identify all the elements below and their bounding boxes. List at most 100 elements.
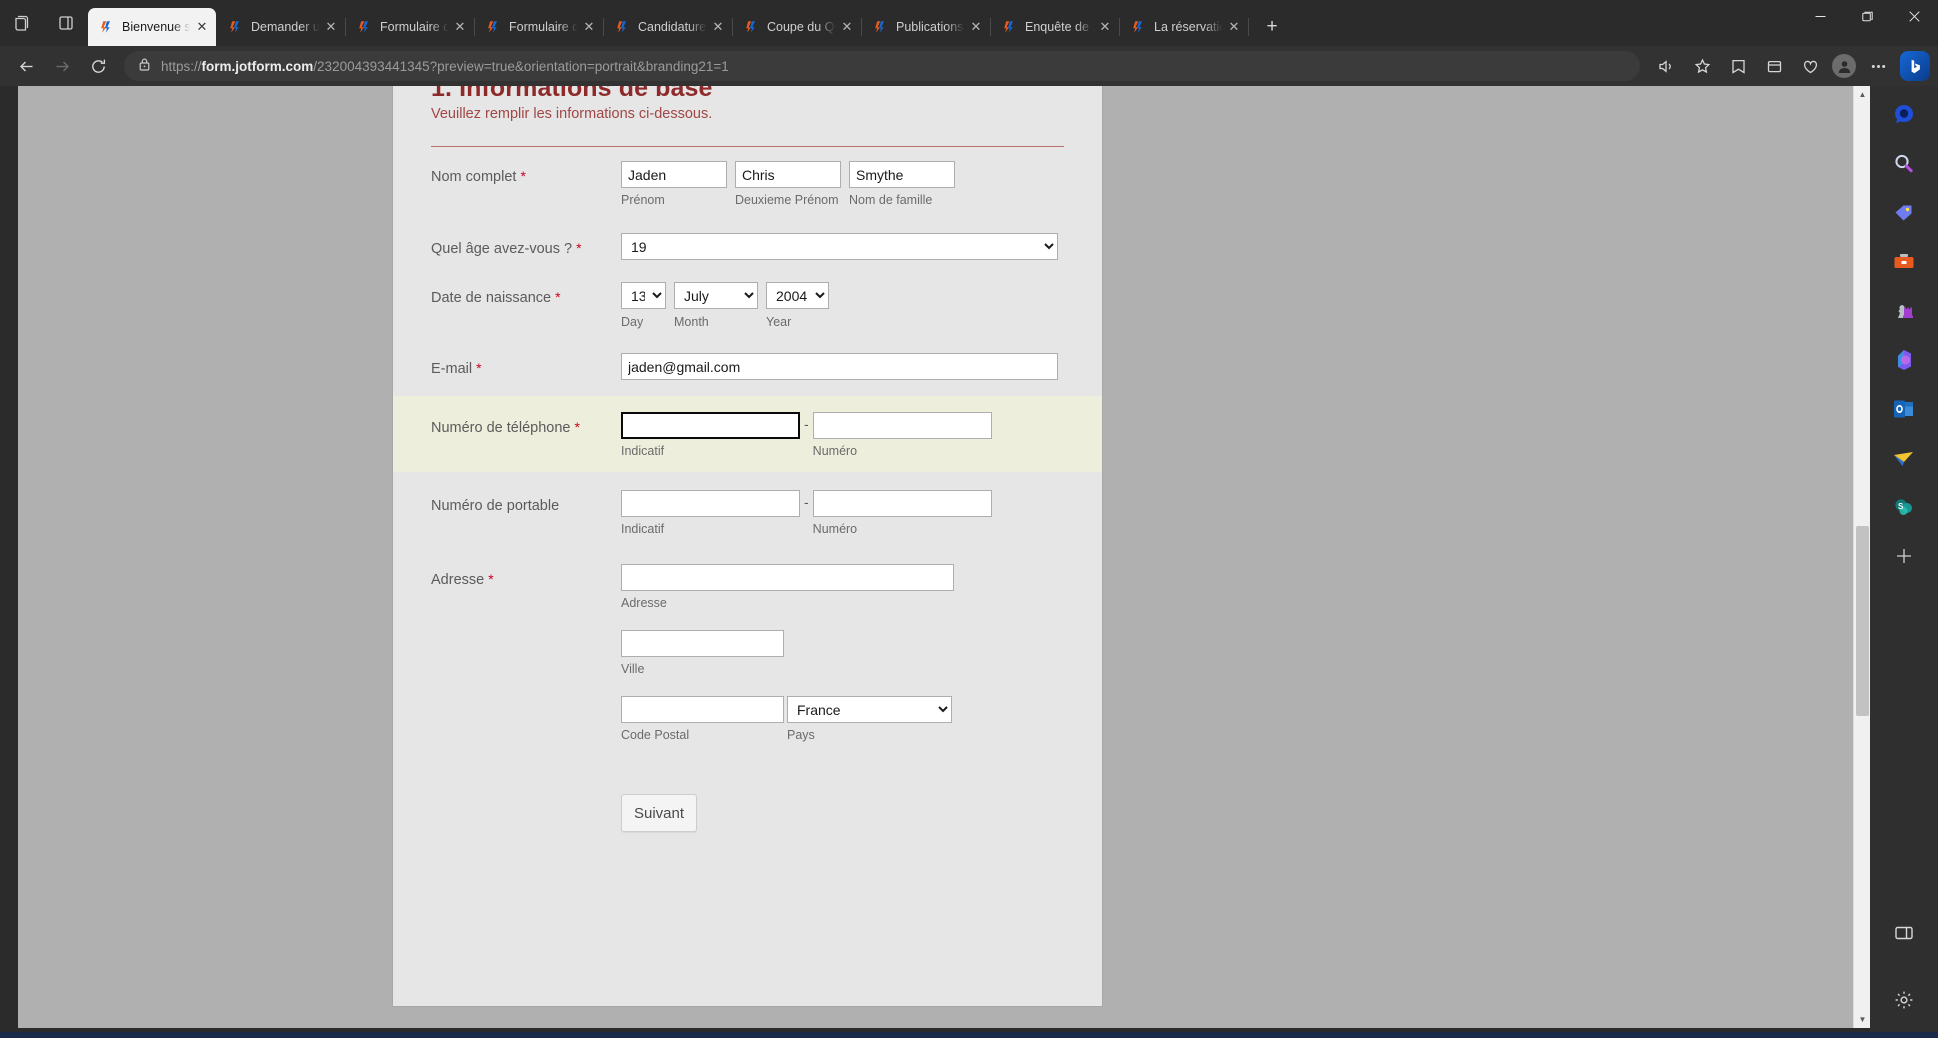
scrollbar-down-arrow[interactable]: ▼ [1854, 1011, 1870, 1028]
address-zip-input[interactable] [621, 696, 784, 723]
form-subheading: Veuillez remplir les informations ci-des… [431, 106, 713, 122]
next-button[interactable]: Suivant [621, 794, 697, 832]
tab-title: Bienvenue su [122, 20, 192, 34]
tab-close-button[interactable]: ✕ [1095, 17, 1115, 37]
tab-actions-icon[interactable] [0, 0, 44, 46]
browser-tab[interactable]: Publications ✕ [862, 8, 991, 46]
dob-day-select[interactable]: 13 [621, 282, 666, 309]
lastname-input[interactable] [849, 161, 955, 188]
mobile-area-group: Indicatif [621, 490, 800, 536]
dob-month-select[interactable]: July [674, 282, 758, 309]
url-domain: form.jotform.com [201, 58, 314, 74]
browser-titlebar: Bienvenue su ✕ Demander un ✕ Formulaire d' ✕ F… [0, 0, 1938, 46]
tab-close-button[interactable]: ✕ [579, 17, 599, 37]
label-mobile-text: Numéro de portable [431, 498, 560, 514]
page-scrollbar[interactable]: ▲ ▼ [1853, 86, 1870, 1028]
phone-separator: - [804, 416, 809, 432]
email-input[interactable] [621, 353, 1058, 380]
outlook-icon[interactable] [1884, 389, 1924, 429]
address-country-select[interactable]: France [787, 696, 952, 723]
label-fullname: Nom complet * [431, 161, 621, 187]
microsoft365-icon[interactable] [1884, 340, 1924, 380]
field-row-phone: Numéro de téléphone * Indicatif - Numéro [393, 396, 1102, 472]
middlename-group: Deuxieme Prénom [735, 161, 841, 207]
mobile-area-input[interactable] [621, 490, 800, 517]
dob-day-group: 13 Day [621, 282, 666, 329]
scrollbar-thumb[interactable] [1856, 526, 1869, 716]
dob-year-select[interactable]: 2004 [766, 282, 829, 309]
settings-and-more-icon[interactable] [1860, 50, 1896, 82]
page-background: 1. Informations de base Veuillez remplir… [18, 86, 1853, 1028]
browser-tab[interactable]: Candidature l ✕ [604, 8, 733, 46]
tab-close-button[interactable]: ✕ [450, 17, 470, 37]
address-city-input[interactable] [621, 630, 784, 657]
firstname-input[interactable] [621, 161, 727, 188]
favorites-icon[interactable] [1720, 50, 1756, 82]
browser-tab[interactable]: Demander un ✕ [217, 8, 346, 46]
browser-tab[interactable]: Formulaire d' ✕ [475, 8, 604, 46]
sharepoint-icon[interactable]: S [1884, 487, 1924, 527]
copilot-button-icon[interactable] [1900, 51, 1930, 81]
address-zip-sublabel: Code Postal [621, 728, 690, 742]
middlename-input[interactable] [735, 161, 841, 188]
tab-title: Formulaire d' [509, 20, 579, 34]
edge-sidebar: S [1870, 86, 1938, 1038]
lastname-sublabel: Nom de famille [849, 193, 933, 207]
window-restore-button[interactable] [1844, 0, 1891, 32]
browser-tab[interactable]: Formulaire d' ✕ [346, 8, 475, 46]
window-close-button[interactable] [1891, 0, 1938, 32]
browser-tab[interactable]: Bienvenue su ✕ [88, 8, 216, 46]
tab-title: Demander un [251, 20, 321, 34]
address-city-group: Ville [621, 630, 1064, 676]
dob-day-sublabel: Day [621, 315, 644, 329]
browser-tab[interactable]: Coupe du Qu ✕ [733, 8, 862, 46]
phone-number-input[interactable] [812, 412, 992, 439]
address-bar[interactable]: https://form.jotform.com/232004393441345… [124, 51, 1640, 81]
back-button-icon[interactable] [8, 50, 44, 82]
split-screen-icon[interactable] [1884, 913, 1924, 953]
mobile-number-input[interactable] [812, 490, 992, 517]
tab-close-button[interactable]: ✕ [192, 17, 212, 37]
tab-close-button[interactable]: ✕ [966, 17, 986, 37]
url-text: https://form.jotform.com/232004393441345… [161, 59, 729, 74]
tab-close-button[interactable]: ✕ [1224, 17, 1244, 37]
tab-close-button[interactable]: ✕ [708, 17, 728, 37]
field-row-fullname: Nom complet * Prénom [431, 147, 1064, 213]
paper-plane-icon[interactable] [1884, 438, 1924, 478]
copilot-icon[interactable] [1884, 95, 1924, 135]
label-mobile: Numéro de portable [431, 490, 621, 516]
read-aloud-icon[interactable] [1648, 50, 1684, 82]
browser-tab[interactable]: Enquête de s ✕ [991, 8, 1120, 46]
address-city-sublabel: Ville [621, 662, 645, 676]
add-favorite-icon[interactable] [1684, 50, 1720, 82]
reload-button-icon[interactable] [80, 50, 116, 82]
games-chess-icon[interactable] [1884, 291, 1924, 331]
label-address: Adresse * [431, 564, 621, 590]
tools-briefcase-icon[interactable] [1884, 242, 1924, 282]
browser-essentials-icon[interactable] [1792, 50, 1828, 82]
form-heading: 1. Informations de base [431, 86, 1064, 96]
window-minimize-button[interactable] [1797, 0, 1844, 32]
collections-icon[interactable] [1756, 50, 1792, 82]
profile-avatar[interactable] [1832, 54, 1856, 78]
tab-close-button[interactable]: ✕ [321, 17, 341, 37]
phone-area-input[interactable] [621, 412, 800, 439]
browser-tab[interactable]: La réservation✕ [1120, 8, 1249, 46]
add-tool-icon[interactable] [1884, 536, 1924, 576]
label-age: Quel âge avez-vous ? * [431, 233, 621, 259]
label-phone-text: Numéro de téléphone [431, 420, 571, 436]
mobile-separator: - [804, 494, 809, 510]
new-tab-button[interactable]: + [1255, 10, 1289, 44]
tab-close-button[interactable]: ✕ [837, 17, 857, 37]
age-select[interactable]: 19 [621, 233, 1058, 260]
split-screen-toggle-icon[interactable] [44, 0, 88, 46]
jotform-favicon-icon [356, 19, 372, 35]
search-icon[interactable] [1884, 144, 1924, 184]
shopping-tag-icon[interactable] [1884, 193, 1924, 233]
dob-month-sublabel: Month [674, 315, 709, 329]
address-street-input[interactable] [621, 564, 954, 591]
scrollbar-up-arrow[interactable]: ▲ [1854, 86, 1870, 103]
forward-button-icon [44, 50, 80, 82]
settings-gear-icon[interactable] [1884, 980, 1924, 1020]
tab-title: Publications [896, 20, 964, 34]
